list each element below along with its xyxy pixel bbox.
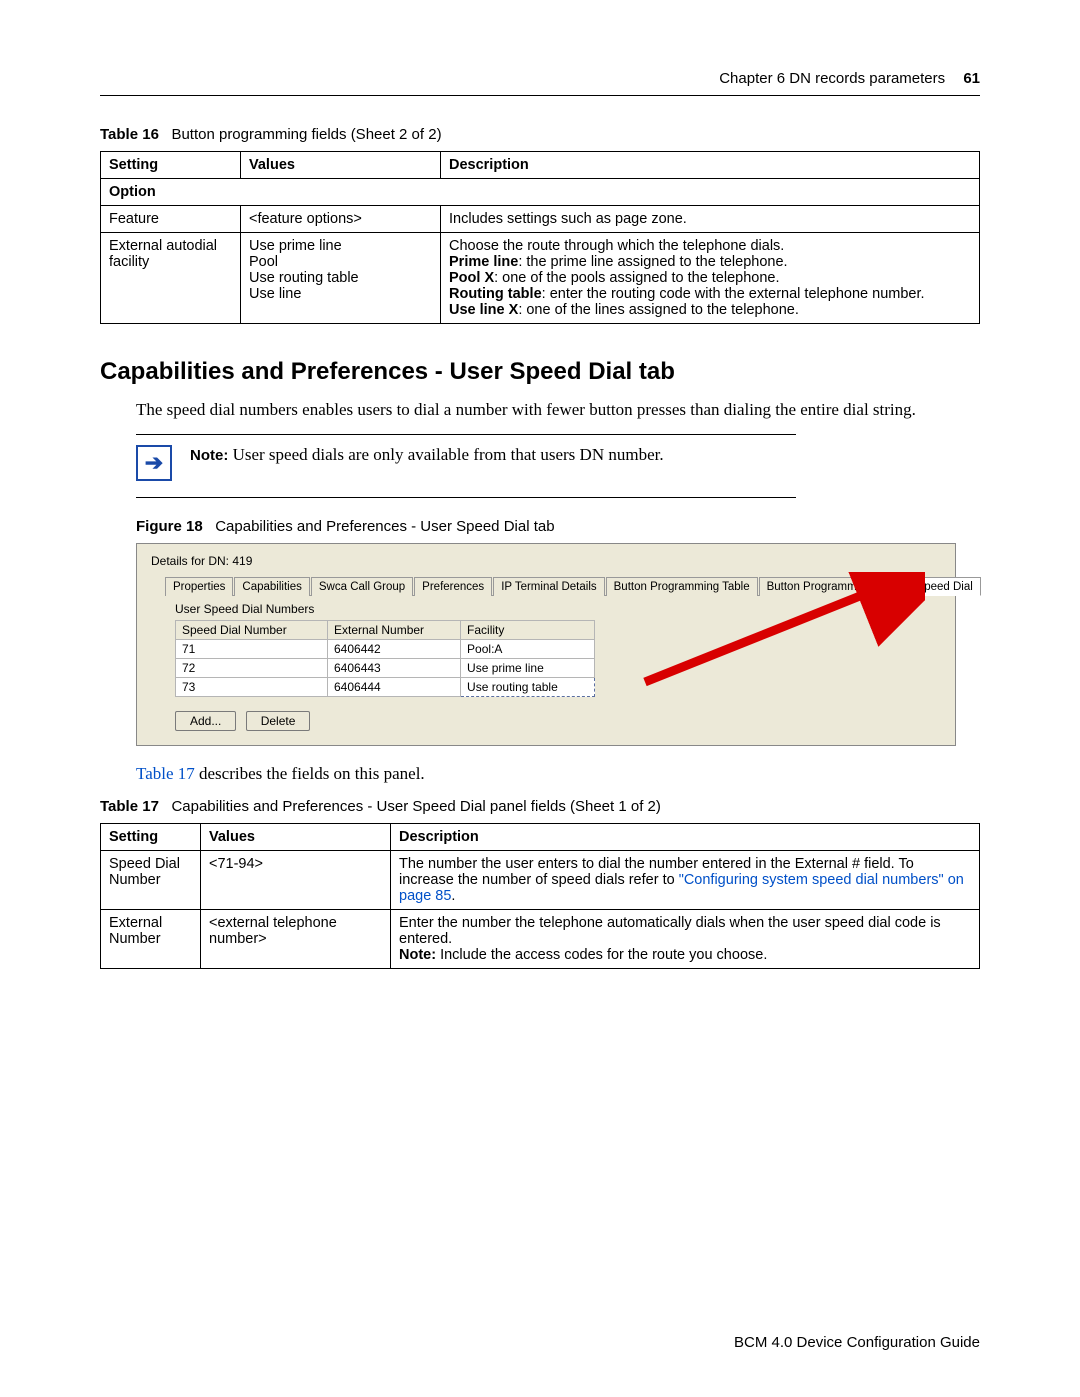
- figure18-caption: Figure 18 Capabilities and Preferences -…: [136, 518, 980, 535]
- chapter-title: Chapter 6 DN records parameters: [719, 70, 945, 87]
- t17-r1-values: <external telephone number>: [201, 910, 391, 969]
- t16-r1-setting: External autodial facility: [101, 233, 241, 324]
- table17-caption: Table 17 Capabilities and Preferences - …: [100, 798, 980, 815]
- tab-user-speed-dial[interactable]: User Speed Dial: [881, 577, 981, 596]
- table16-text: Button programming fields (Sheet 2 of 2): [171, 126, 441, 143]
- table-row: 73 6406444 Use routing table: [176, 678, 595, 697]
- ss-table: Speed Dial Number External Number Facili…: [175, 620, 595, 697]
- tab-preferences[interactable]: Preferences: [414, 577, 492, 596]
- tab-properties[interactable]: Properties: [165, 577, 233, 596]
- t16-h-values: Values: [241, 152, 441, 179]
- ss-col-sdn: Speed Dial Number: [176, 621, 328, 640]
- table-row: 71 6406442 Pool:A: [176, 640, 595, 659]
- page-header: Chapter 6 DN records parameters 61: [100, 70, 980, 96]
- t16-r1-desc: Choose the route through which the telep…: [441, 233, 980, 324]
- table16: Setting Values Description Option Featur…: [100, 151, 980, 324]
- ss-title: Details for DN: 419: [151, 554, 941, 568]
- t16-r0-setting: Feature: [101, 206, 241, 233]
- section-heading: Capabilities and Preferences - User Spee…: [100, 358, 980, 386]
- ss-tabs: Properties Capabilities Swca Call Group …: [165, 576, 941, 596]
- add-button[interactable]: Add...: [175, 711, 236, 731]
- ss-sublabel: User Speed Dial Numbers: [175, 602, 941, 616]
- delete-button[interactable]: Delete: [246, 711, 311, 731]
- t17-h-setting: Setting: [101, 824, 201, 851]
- table-row: 72 6406443 Use prime line: [176, 659, 595, 678]
- t16-h-desc: Description: [441, 152, 980, 179]
- table17-link[interactable]: Table 17: [136, 764, 195, 783]
- ss-col-fac: Facility: [461, 621, 595, 640]
- t17-r0-values: <71-94>: [201, 851, 391, 910]
- page-number: 61: [963, 70, 980, 87]
- footer: BCM 4.0 Device Configuration Guide: [734, 1334, 980, 1351]
- link-sentence: Table 17 describes the fields on this pa…: [136, 764, 980, 784]
- screenshot-panel: Details for DN: 419 Properties Capabilit…: [136, 543, 956, 746]
- t17-r1-setting: External Number: [101, 910, 201, 969]
- table17: Setting Values Description Speed Dial Nu…: [100, 823, 980, 969]
- t17-h-desc: Description: [391, 824, 980, 851]
- intro-paragraph: The speed dial numbers enables users to …: [136, 400, 980, 420]
- t16-option-row: Option: [101, 179, 980, 206]
- tab-btn-prog[interactable]: Button Programming: [759, 577, 880, 596]
- tab-ip-terminal[interactable]: IP Terminal Details: [493, 577, 604, 596]
- arrow-right-icon: ➔: [136, 445, 172, 481]
- tab-swca[interactable]: Swca Call Group: [311, 577, 413, 596]
- tab-btn-prog-table[interactable]: Button Programming Table: [606, 577, 758, 596]
- ss-col-ext: External Number: [328, 621, 461, 640]
- tab-capabilities[interactable]: Capabilities: [234, 577, 309, 596]
- t16-h-setting: Setting: [101, 152, 241, 179]
- table16-label: Table 16: [100, 126, 159, 143]
- note-block: ➔ Note: User speed dials are only availa…: [136, 434, 796, 498]
- t16-r0-values: <feature options>: [241, 206, 441, 233]
- t16-r0-desc: Includes settings such as page zone.: [441, 206, 980, 233]
- note-text: Note: User speed dials are only availabl…: [190, 445, 664, 465]
- t17-r1-desc: Enter the number the telephone automatic…: [391, 910, 980, 969]
- t17-r0-setting: Speed Dial Number: [101, 851, 201, 910]
- t17-h-values: Values: [201, 824, 391, 851]
- t17-r0-desc: The number the user enters to dial the n…: [391, 851, 980, 910]
- table16-caption: Table 16 Button programming fields (Shee…: [100, 126, 980, 143]
- t16-r1-values: Use prime line Pool Use routing table Us…: [241, 233, 441, 324]
